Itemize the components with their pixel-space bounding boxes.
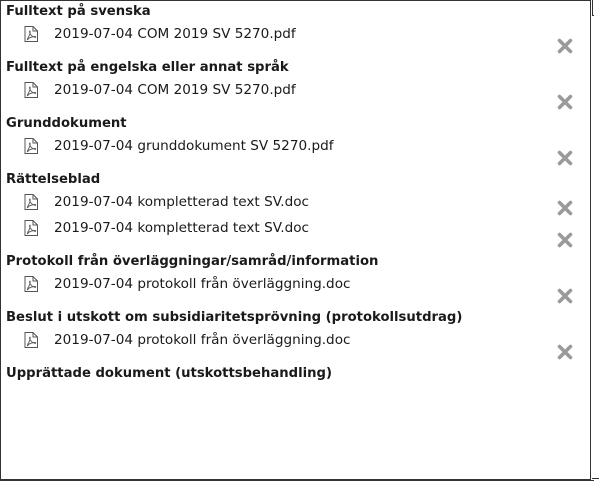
section-heading: Grunddokument: [6, 116, 127, 131]
document-list-panel: Fulltext på svenska 2019-07-04 COM 2019 S…: [0, 0, 591, 480]
document-section: Protokoll från överläggningar/samråd/inf…: [1, 251, 590, 307]
pdf-file-icon: [24, 26, 38, 42]
file-name: 2019-07-04 COM 2019 SV 5270.pdf: [54, 82, 296, 98]
panel-edge-bottom: [0, 480, 594, 481]
file-link[interactable]: 2019-07-04 protokoll från överläggning.d…: [24, 276, 350, 292]
section-heading: Fulltext på svenska: [6, 4, 151, 19]
file-row: 2019-07-04 COM 2019 SV 5270.pdf: [1, 79, 590, 113]
file-link[interactable]: 2019-07-04 grunddokument SV 5270.pdf: [24, 138, 334, 154]
file-row: 2019-07-04 kompletterad text SV.doc: [1, 191, 590, 217]
file-link[interactable]: 2019-07-04 COM 2019 SV 5270.pdf: [24, 82, 296, 98]
remove-icon[interactable]: [557, 200, 573, 216]
document-section: Beslut i utskott om subsidiaritetsprövni…: [1, 307, 590, 363]
document-section: Grunddokument 2019-07-04 grunddokument SV…: [1, 113, 590, 169]
file-name: 2019-07-04 COM 2019 SV 5270.pdf: [54, 26, 296, 42]
file-link[interactable]: 2019-07-04 kompletterad text SV.doc: [24, 220, 309, 236]
section-heading: Beslut i utskott om subsidiaritetsprövni…: [6, 310, 463, 325]
remove-icon[interactable]: [557, 94, 573, 110]
pdf-file-icon: [24, 194, 38, 210]
file-link[interactable]: 2019-07-04 COM 2019 SV 5270.pdf: [24, 26, 296, 42]
file-row: 2019-07-04 protokoll från överläggning.d…: [1, 273, 590, 307]
document-section: Rättelseblad 2019-07-04 kompletterad text…: [1, 169, 590, 251]
file-row: 2019-07-04 protokoll från överläggning.d…: [1, 329, 590, 363]
document-section: Fulltext på engelska eller annat språk 20…: [1, 57, 590, 113]
file-row: 2019-07-04 COM 2019 SV 5270.pdf: [1, 23, 590, 57]
file-name: 2019-07-04 grunddokument SV 5270.pdf: [54, 138, 334, 154]
document-section: Fulltext på svenska 2019-07-04 COM 2019 S…: [1, 1, 590, 57]
pdf-file-icon: [24, 276, 38, 292]
file-name: 2019-07-04 protokoll från överläggning.d…: [54, 276, 351, 292]
section-heading: Upprättade dokument (utskottsbehandling): [6, 366, 332, 381]
section-heading: Protokoll från överläggningar/samråd/inf…: [6, 254, 379, 269]
file-name: 2019-07-04 kompletterad text SV.doc: [54, 194, 309, 210]
remove-icon[interactable]: [557, 344, 573, 360]
file-name: 2019-07-04 kompletterad text SV.doc: [54, 220, 309, 236]
file-row: 2019-07-04 grunddokument SV 5270.pdf: [1, 135, 590, 169]
pdf-file-icon: [24, 332, 38, 348]
remove-icon[interactable]: [557, 232, 573, 248]
file-link[interactable]: 2019-07-04 protokoll från överläggning.d…: [24, 332, 350, 348]
section-heading: Rättelseblad: [6, 172, 101, 187]
pdf-file-icon: [24, 82, 38, 98]
remove-icon[interactable]: [557, 150, 573, 166]
document-sections: Fulltext på svenska 2019-07-04 COM 2019 S…: [1, 1, 590, 385]
file-name: 2019-07-04 protokoll från överläggning.d…: [54, 332, 351, 348]
file-row: 2019-07-04 kompletterad text SV.doc: [1, 217, 590, 251]
panel-edge-right: [592, 0, 594, 16]
remove-icon[interactable]: [557, 288, 573, 304]
pdf-file-icon: [24, 138, 38, 154]
remove-icon[interactable]: [557, 38, 573, 54]
document-section: Upprättade dokument (utskottsbehandling): [1, 363, 590, 385]
pdf-file-icon: [24, 220, 38, 236]
section-heading: Fulltext på engelska eller annat språk: [6, 60, 289, 75]
file-link[interactable]: 2019-07-04 kompletterad text SV.doc: [24, 194, 309, 210]
